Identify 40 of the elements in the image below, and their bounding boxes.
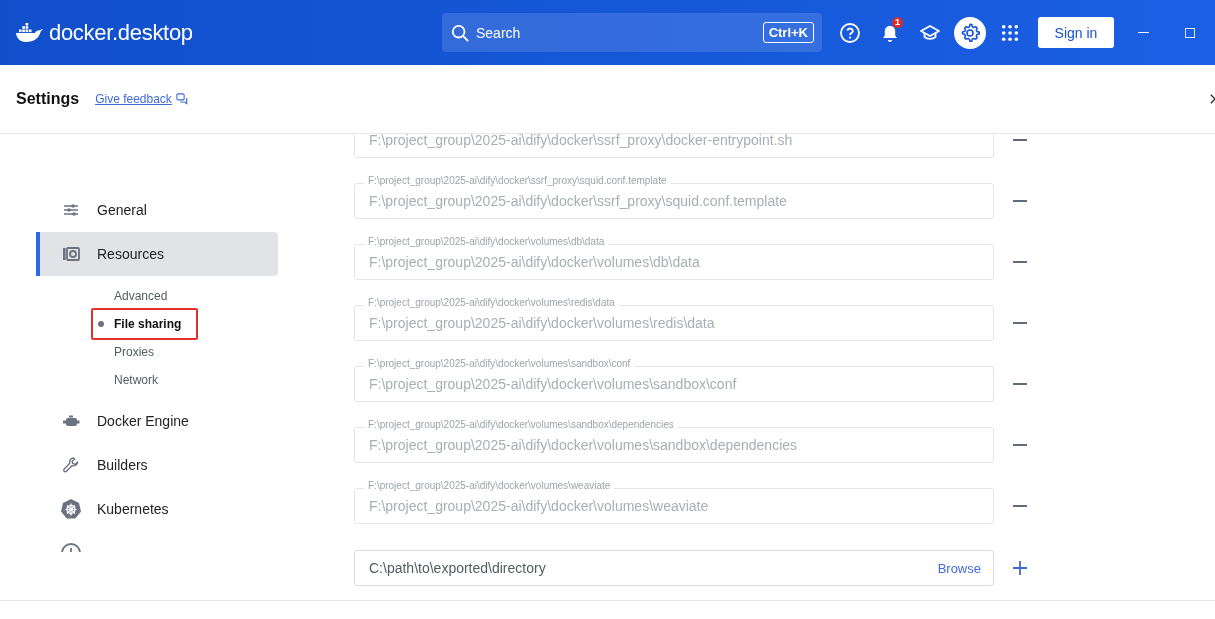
wrench-icon [62,456,80,474]
notification-badge: 1 [892,16,903,28]
sidebar-item[interactable]: Resources [36,232,278,276]
settings-title: Settings [16,90,80,108]
field-label: F:\project_group\2025-ai\dify\docker\ssrf_proxy\squid.conf.template [364,175,671,186]
logo-wordmark: docker.desktop [49,19,193,46]
sidebar-subitem[interactable]: Network [95,366,158,394]
sidebar-item[interactable]: Builders [36,443,278,487]
search-icon [451,23,469,42]
field-label: F:\project_group\2025-ai\dify\docker\volumes\weaviate [364,480,615,491]
field-label: F:\project_group\2025-ai\dify\docker\volumes\redis\data [364,297,619,308]
maximize-icon[interactable] [1185,27,1195,38]
sliders-icon [62,201,80,219]
disk-icon [62,245,80,263]
directory-input-field[interactable]: C:\path\to\exported\directory Browse [354,550,994,586]
sidebar-subitem[interactable]: Advanced [95,282,168,310]
chat-bubbles-icon [175,93,188,105]
help-icon [839,21,861,44]
gear-icon [959,21,981,44]
shortcut-key: Ctrl+K [762,22,814,43]
search-input[interactable]: Search [474,23,758,42]
settings-button[interactable] [954,16,986,49]
sidebar-item[interactable]: General [36,188,278,232]
field-label: F:\project_group\2025-ai\dify\docker\volumes\sandbox\dependencies [364,419,678,430]
sidebar-subitem[interactable]: Proxies [95,338,154,366]
sign-in-button[interactable]: Sign in [1038,17,1114,48]
feedback-link[interactable]: Give feedback [95,92,172,106]
sidebar-item[interactable]: Kubernetes [36,487,278,531]
whale-logo-icon [15,22,43,43]
sidebar-item[interactable]: Docker Engine [36,399,278,443]
add-icon[interactable] [1013,561,1027,575]
browse-button[interactable]: Browse [937,560,981,576]
bullet-icon [98,321,104,327]
notifications-button[interactable]: 1 [872,14,908,51]
field-label: F:\project_group\2025-ai\dify\docker\volumes\db\data [364,236,609,247]
sidebar-subitem[interactable]: File sharing [95,310,182,338]
grid-icon [1001,23,1019,42]
search-bar[interactable]: Search Ctrl+K [442,13,822,52]
field-label: F:\project_group\2025-ai\dify\docker\volumes\sandbox\conf [364,358,635,369]
helm-wheel-icon [60,498,82,520]
